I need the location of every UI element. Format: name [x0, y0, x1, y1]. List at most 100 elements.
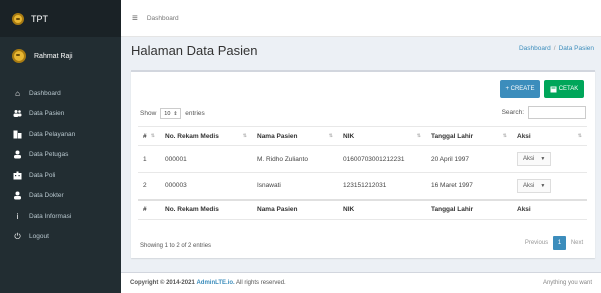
pagination: Previous 1 Next [520, 236, 588, 250]
footer-copyright-label: Copyright © 2014-2021 [130, 280, 195, 286]
cell-nik: 01600703001212231 [338, 145, 426, 173]
users-icon [13, 109, 22, 118]
pagination-page-1[interactable]: 1 [553, 236, 566, 250]
cell-aksi: Aksi ▼ [512, 172, 587, 200]
cell-number: 1 [138, 145, 160, 173]
aksi-label: Aksi [523, 182, 535, 189]
power-icon: ⏻ [14, 231, 21, 241]
info-icon: i [16, 211, 19, 221]
create-button[interactable]: + CREATE [500, 80, 540, 98]
entries-control: Show 10 ⇕ entries [140, 108, 205, 119]
search-input[interactable] [528, 106, 586, 119]
sort-icon: ⇅ [150, 132, 155, 139]
doctor-icon [13, 191, 22, 200]
avatar [12, 49, 26, 63]
page-title: Halaman Data Pasien [131, 43, 258, 58]
print-icon [550, 86, 557, 92]
breadcrumb-home[interactable]: Dashboard [519, 45, 551, 52]
sidebar-item-label: Data Pasien [29, 110, 65, 118]
logo-icon [12, 12, 24, 25]
search-control: Search: [502, 106, 586, 119]
col-header-nama[interactable]: Nama Pasien ⇅ [252, 126, 338, 146]
user-name: Rahmat Raji [34, 52, 73, 60]
foot-header-nama: Nama Pasien [252, 198, 338, 220]
cell-nik: 123151212031 [338, 172, 426, 200]
col-header-number[interactable]: # ⇅ [138, 126, 160, 146]
sidebar-item-label: Data Poli [29, 171, 56, 179]
col-header-nik[interactable]: NIK ⇅ [338, 126, 426, 146]
patient-table: # ⇅ No. Rekam Medis ⇅ Nama Pasien ⇅ NIK ⇅ Ta… [138, 126, 587, 220]
table-header-row: # ⇅ No. Rekam Medis ⇅ Nama Pasien ⇅ NIK ⇅ Ta… [138, 126, 587, 146]
sidebar-item-label: Data Dokter [29, 192, 64, 200]
breadcrumb-separator: / [553, 45, 556, 52]
col-header-aksi[interactable]: Aksi ⇅ [512, 126, 587, 146]
entries-select[interactable]: 10 ⇕ [160, 108, 182, 119]
cell-nama: Isnawati [252, 172, 338, 200]
sidebar-item-label: Data Petugas [29, 151, 69, 159]
cell-rekam-medis: 000003 [160, 172, 252, 200]
footer-brand-link[interactable]: AdminLTE.io. [196, 280, 234, 286]
col-header-label: Nama Pasien [257, 132, 298, 140]
brand[interactable]: TPT [0, 0, 121, 37]
table-row: 2 000003 Isnawati 123151212031 16 Maret … [138, 172, 587, 200]
aksi-dropdown-button[interactable]: Aksi ▼ [517, 152, 552, 166]
footer-rights: All rights reserved. [236, 280, 286, 286]
cetak-label: CETAK [558, 86, 579, 92]
sort-icon: ⇅ [416, 132, 421, 139]
table-row: 1 000001 M. Ridho Zulianto 0160070300121… [138, 145, 587, 173]
show-label: Show [140, 110, 157, 117]
cetak-button[interactable]: CETAK [544, 80, 584, 98]
services-icon [13, 130, 22, 139]
sort-icon: ⇅ [502, 132, 507, 139]
pagination-previous[interactable]: Previous [520, 236, 553, 250]
navbar-title[interactable]: Dashboard [147, 15, 179, 22]
hospital-icon [13, 171, 22, 180]
sidebar-item-data-informasi[interactable]: i Data Informasi [0, 206, 121, 227]
foot-header-rekam-medis: No. Rekam Medis [160, 198, 252, 220]
footer: Copyright © 2014-2021 AdminLTE.io. All r… [121, 272, 601, 293]
cell-number: 2 [138, 172, 160, 200]
cell-aksi: Aksi ▼ [512, 145, 587, 173]
col-header-label: Aksi [517, 132, 531, 140]
sidebar-item-data-dokter[interactable]: Data Dokter [0, 186, 121, 207]
pagination-next[interactable]: Next [566, 236, 588, 250]
foot-header-tanggal-lahir: Tanggal Lahir [426, 198, 512, 220]
table-footer-row: # No. Rekam Medis Nama Pasien NIK Tangga… [138, 198, 587, 220]
col-header-label: # [143, 132, 147, 140]
sidebar-item-dashboard[interactable]: ⌂ Dashboard [0, 83, 121, 104]
table-info: Showing 1 to 2 of 2 entries [140, 243, 212, 249]
entries-label: entries [185, 110, 205, 117]
sidebar-item-label: Dashboard [29, 89, 61, 97]
col-header-label: No. Rekam Medis [165, 132, 219, 140]
user-icon [13, 150, 22, 159]
sidebar-item-data-pasien[interactable]: Data Pasien [0, 104, 121, 125]
col-header-rekam-medis[interactable]: No. Rekam Medis ⇅ [160, 126, 252, 146]
aksi-label: Aksi [523, 156, 535, 162]
sidebar-item-data-petugas[interactable]: Data Petugas [0, 145, 121, 166]
footer-copyright: Copyright © 2014-2021 AdminLTE.io. All r… [130, 280, 286, 286]
sort-icon: ⇅ [328, 132, 333, 139]
sidebar-item-label: Data Informasi [29, 212, 72, 220]
cell-tanggal-lahir: 20 April 1997 [426, 145, 512, 173]
col-header-tanggal-lahir[interactable]: Tanggal Lahir ⇅ [426, 126, 512, 146]
col-header-label: Tanggal Lahir [431, 132, 474, 140]
sidebar-item-data-pelayanan[interactable]: Data Pelayanan [0, 124, 121, 145]
sidebar-item-logout[interactable]: ⏻ Logout [0, 227, 121, 248]
sidebar-item-data-poli[interactable]: Data Poli [0, 165, 121, 186]
cell-nama: M. Ridho Zulianto [252, 145, 338, 173]
sidebar: TPT Rahmat Raji ⌂ Dashboard Data Pasien … [0, 0, 121, 293]
entries-value: 10 [164, 110, 171, 117]
footer-right-text: Anything you want [542, 280, 592, 286]
sidebar-item-label: Logout [29, 233, 49, 241]
foot-header-aksi: Aksi [512, 198, 587, 220]
breadcrumb: Dashboard / Data Pasien [519, 45, 594, 52]
sort-icon: ⇅ [242, 132, 247, 139]
top-navbar: ≡ Dashboard [121, 0, 601, 37]
col-header-label: NIK [343, 132, 355, 140]
aksi-dropdown-button[interactable]: Aksi ▼ [517, 178, 552, 193]
sort-icon: ⇅ [577, 132, 582, 139]
data-box: + CREATE CETAK Show 10 ⇕ entries Search: … [131, 70, 595, 258]
sidebar-item-label: Data Pelayanan [29, 130, 76, 138]
hamburger-menu-icon[interactable]: ≡ [132, 13, 138, 24]
home-icon: ⌂ [15, 88, 20, 98]
